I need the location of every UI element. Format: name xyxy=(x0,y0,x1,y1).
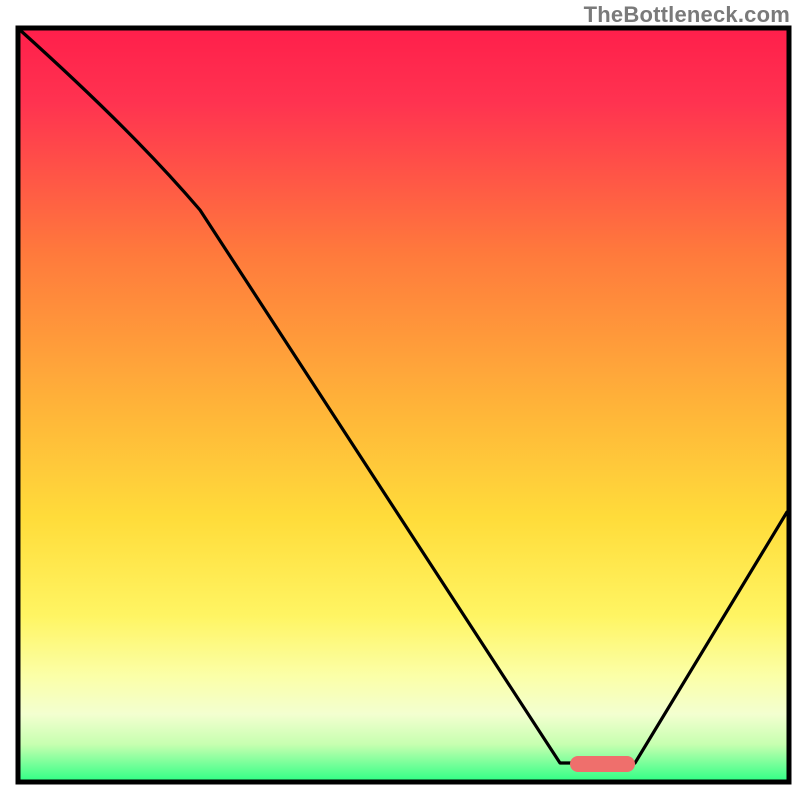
bottleneck-chart xyxy=(0,0,800,800)
chart-container: TheBottleneck.com xyxy=(0,0,800,800)
gradient-background xyxy=(18,28,789,782)
optimal-marker xyxy=(570,756,635,772)
